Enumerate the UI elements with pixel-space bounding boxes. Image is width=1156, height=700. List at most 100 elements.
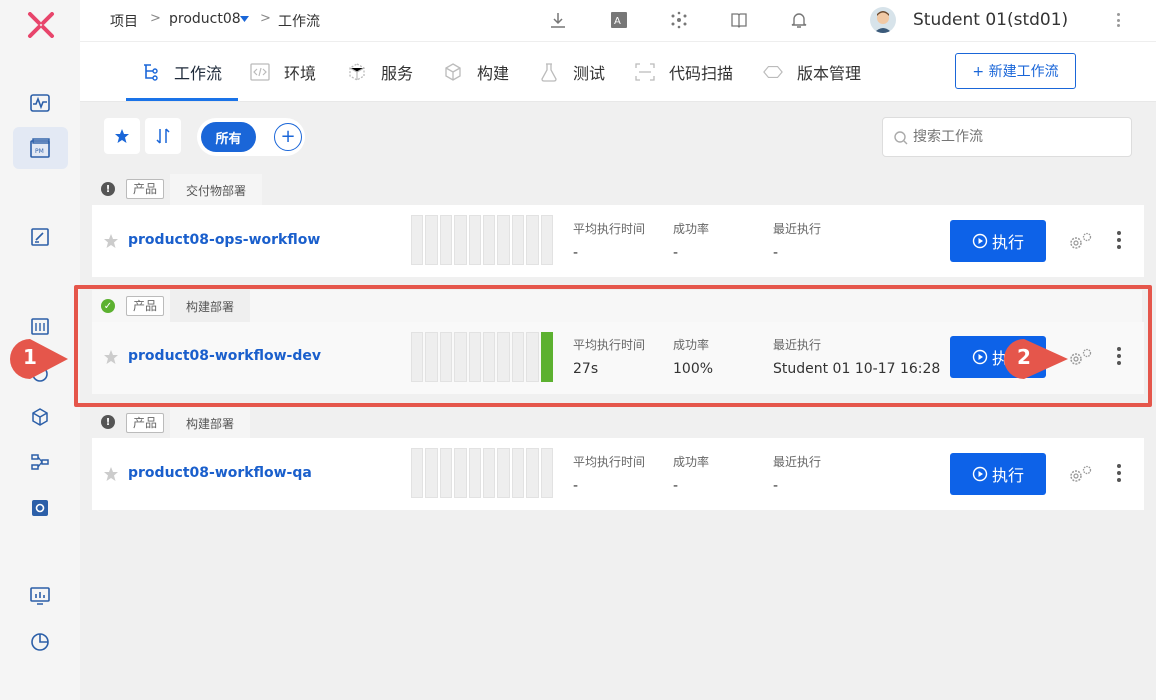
notification-bell-icon[interactable] [789, 10, 809, 30]
tab-label: 测试 [573, 64, 606, 83]
breadcrumb-project[interactable]: 项目 [110, 11, 138, 31]
sort-icon [156, 128, 170, 144]
test-flask-icon [539, 62, 559, 82]
favorite-star-icon[interactable] [103, 466, 119, 482]
run-bar-empty [439, 448, 453, 498]
settings-gear-icon[interactable] [1066, 230, 1094, 252]
app-logo[interactable] [27, 12, 55, 38]
board-icon[interactable] [26, 312, 54, 340]
search-input[interactable] [913, 127, 1113, 147]
workflow-name-link[interactable]: product08-ops-workflow [128, 232, 320, 248]
pipeline-icon[interactable] [26, 448, 54, 476]
version-icon [763, 62, 783, 82]
run-bar-empty [511, 448, 525, 498]
annotation-marker-1-label: 1 [23, 345, 37, 369]
tag-product: 产品 [126, 413, 165, 433]
more-options-icon[interactable] [1116, 464, 1122, 482]
last-run-value: - [773, 245, 779, 261]
success-rate-value: - [673, 478, 679, 494]
translate-icon[interactable]: A [609, 10, 629, 30]
chevron-down-icon[interactable] [240, 16, 249, 22]
code-scan-icon [635, 62, 655, 82]
breadcrumb-product[interactable]: product08 [169, 11, 241, 27]
run-bar-empty [454, 448, 467, 498]
breadcrumb-separator: > [260, 11, 271, 26]
run-bar-empty [411, 448, 424, 498]
workflow-name-link[interactable]: product08-workflow-qa [128, 465, 312, 481]
dashboard-pulse-icon[interactable] [26, 89, 54, 117]
header-more-icon[interactable] [1115, 13, 1121, 27]
avg-time-value: - [573, 478, 579, 494]
more-options-icon[interactable] [1116, 231, 1122, 249]
settings-box-icon[interactable] [26, 494, 54, 522]
workflow-icon [140, 62, 160, 82]
run-bar-empty [483, 215, 496, 265]
last-run-label: 最近执行 [773, 222, 822, 236]
run-bar-empty [526, 215, 539, 265]
run-bar-empty [468, 448, 482, 498]
sort-button[interactable] [145, 118, 181, 154]
tab-test[interactable]: 测试 [539, 42, 605, 102]
recent-runs-bars [411, 448, 554, 498]
tag-product: 产品 [126, 179, 165, 199]
new-workflow-button[interactable]: + 新建工作流 [955, 53, 1076, 89]
settings-gear-icon[interactable] [1066, 463, 1094, 485]
run-bar-empty [411, 215, 424, 265]
package-icon[interactable] [26, 403, 54, 431]
environment-icon [250, 62, 270, 82]
run-bar-empty [454, 215, 467, 265]
run-button[interactable]: 执行 [950, 453, 1046, 495]
run-bar-empty [497, 448, 510, 498]
svg-text:A: A [614, 16, 621, 27]
add-filter-button[interactable]: + [274, 123, 302, 151]
run-button[interactable]: 执行 [950, 220, 1046, 262]
run-bar-empty [540, 215, 554, 265]
tab-code-scan[interactable]: 代码扫描 [635, 42, 733, 102]
annotation-marker-2-label: 2 [1017, 345, 1031, 369]
status-warning-icon: ! [101, 182, 115, 196]
run-bar-empty [526, 448, 539, 498]
star-icon [115, 129, 129, 143]
success-rate-value: - [673, 245, 679, 261]
search-icon [894, 131, 908, 145]
tab-label: 构建 [477, 64, 510, 83]
edit-document-icon[interactable] [26, 223, 54, 251]
tab-label: 代码扫描 [669, 64, 734, 83]
download-icon[interactable] [548, 10, 568, 30]
play-icon [972, 233, 988, 249]
tab-label: 工作流 [174, 64, 223, 83]
user-name[interactable]: Student 01(std01) [913, 10, 1068, 30]
last-run-value: - [773, 478, 779, 494]
module-tabs: 工作流 环境 服务 构建 测试 代码扫描 版本管理 + 新建工作流 [80, 42, 1156, 102]
tab-environment[interactable]: 环境 [250, 42, 316, 102]
tab-workflow[interactable]: 工作流 [140, 42, 222, 102]
search-box [882, 117, 1132, 157]
run-bar-empty [425, 448, 438, 498]
play-icon [972, 466, 988, 482]
run-bar-empty [497, 215, 510, 265]
avatar[interactable] [870, 7, 896, 33]
avg-time-label: 平均执行时间 [573, 222, 646, 236]
success-rate-label: 成功率 [673, 455, 710, 469]
annotation-highlight-box [74, 285, 1152, 407]
active-tab-indicator [126, 98, 238, 101]
tab-service[interactable]: 服务 [347, 42, 413, 102]
tab-version[interactable]: 版本管理 [763, 42, 861, 102]
favorite-filter-button[interactable] [104, 118, 140, 154]
tab-build[interactable]: 构建 [443, 42, 509, 102]
annotation-marker-1 [10, 339, 68, 379]
svg-text:PM: PM [35, 148, 44, 155]
pie-chart-icon[interactable] [26, 627, 54, 655]
run-bar-empty [511, 215, 525, 265]
monitor-chart-icon[interactable] [26, 582, 54, 610]
run-label: 执行 [991, 466, 1024, 485]
avg-time-label: 平均执行时间 [573, 455, 646, 469]
favorite-star-icon[interactable] [103, 233, 119, 249]
docs-book-icon[interactable] [729, 10, 749, 30]
plugin-dots-icon[interactable] [669, 10, 689, 30]
run-bar-empty [439, 215, 453, 265]
build-icon [443, 62, 463, 82]
project-pm-icon[interactable]: PM [26, 134, 54, 162]
filter-all-pill[interactable]: 所有 [201, 122, 256, 152]
status-warning-icon: ! [101, 415, 115, 429]
